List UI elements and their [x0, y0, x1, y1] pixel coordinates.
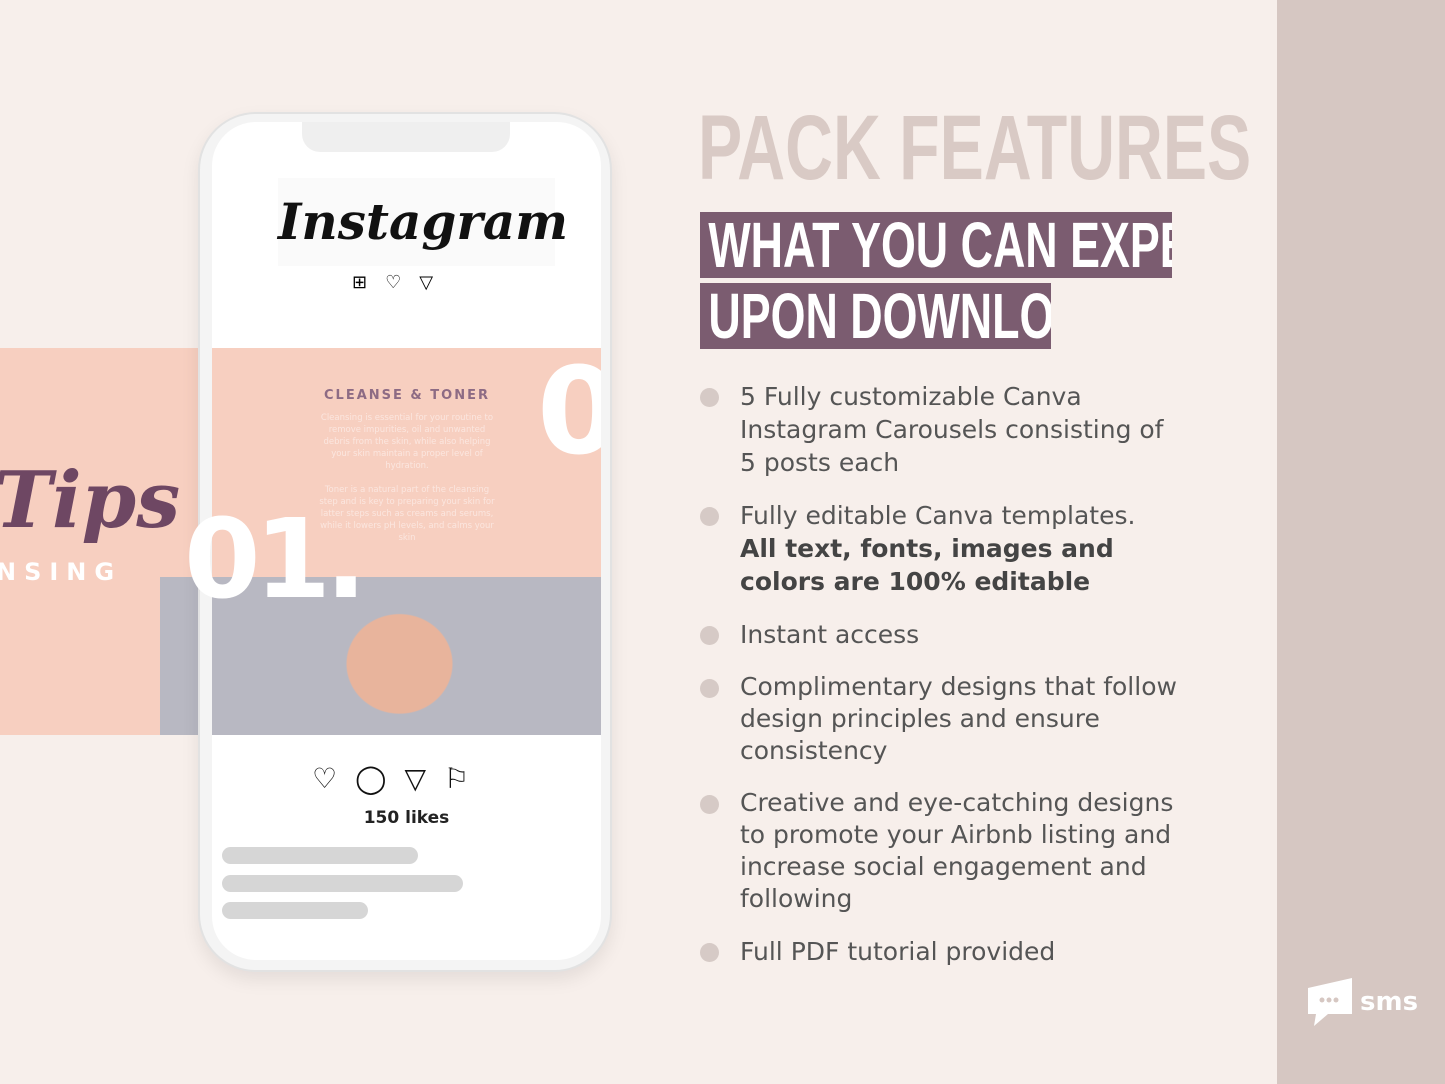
phone-notch [302, 122, 510, 152]
like-icon[interactable]: ♡ [312, 762, 337, 795]
bookmark-icon[interactable]: ⚐ [444, 762, 469, 795]
page-title: PACK FEATURES [698, 97, 1252, 199]
post-title: CLEANSE & TONER [324, 388, 490, 403]
send-icon[interactable]: ▽ [419, 272, 433, 293]
side-strip [1277, 0, 1445, 1084]
feature-item: Instant access [700, 618, 1180, 651]
likes-count: 150 likes [363, 808, 450, 828]
comment-icon[interactable]: ◯ [355, 762, 386, 795]
share-icon[interactable]: ▽ [404, 762, 426, 795]
feature-list: 5 Fully customizable Canva Instagram Car… [700, 380, 1180, 988]
slide-number: 01. [184, 495, 367, 623]
caption-placeholder [222, 902, 368, 919]
heart-icon[interactable]: ♡ [385, 272, 401, 293]
sms-logo: sms [1306, 976, 1418, 1028]
feature-item: Fully editable Canva templates. All text,… [700, 499, 1180, 598]
feature-item: Creative and eye-catching designs to pro… [700, 787, 1180, 915]
brand-name: sms [1360, 987, 1419, 1017]
feature-item: 5 Fully customizable Canva Instagram Car… [700, 380, 1180, 479]
subtitle-band-2: UPON DOWNLOAD [700, 283, 1051, 349]
subtitle-band-1: WHAT YOU CAN EXPECT [700, 212, 1172, 278]
instagram-logo: Instagram [278, 178, 568, 266]
feature-item: Full PDF tutorial provided [700, 935, 1180, 968]
side-card-script: Tips [0, 455, 181, 546]
post-paragraph-1: Cleansing is essential for your routine … [320, 413, 494, 471]
side-card-sub: NSING [0, 558, 123, 586]
chat-bubble-icon [1308, 978, 1352, 1026]
caption-placeholder [222, 847, 418, 864]
feature-item: Complimentary designs that follow design… [700, 671, 1180, 767]
caption-placeholder [222, 875, 463, 892]
add-post-icon[interactable]: ⊞ [352, 272, 367, 293]
next-slide-number: 0 [537, 348, 601, 482]
